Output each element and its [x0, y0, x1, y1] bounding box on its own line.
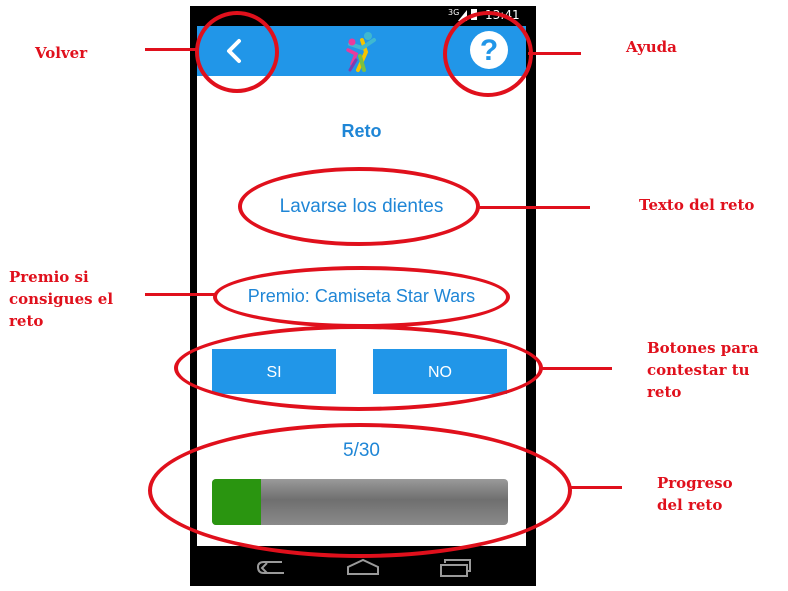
help-connector [528, 52, 581, 55]
back-annotation: Volver [35, 44, 88, 62]
home-icon[interactable] [346, 558, 380, 576]
challenge-highlight [238, 167, 480, 246]
app-logo-icon [346, 32, 376, 72]
buttons-connector [540, 367, 612, 370]
prize-annotation: Premio si consigues el reto [9, 268, 114, 330]
help-highlight [443, 11, 533, 97]
buttons-highlight [174, 325, 543, 411]
progress-annotation: Progreso del reto [657, 474, 733, 514]
back-icon[interactable] [254, 558, 288, 576]
back-highlight [195, 11, 279, 93]
challenge-connector [478, 206, 590, 209]
recents-icon[interactable] [438, 558, 472, 578]
prize-highlight [213, 266, 510, 328]
progress-connector [570, 486, 622, 489]
prize-connector [145, 293, 217, 296]
challenge-annotation: Texto del reto [639, 196, 755, 214]
help-annotation: Ayuda [626, 38, 677, 56]
back-connector [145, 48, 199, 51]
page-title: Reto [341, 121, 382, 141]
progress-highlight [148, 423, 572, 558]
buttons-annotation: Botones para contestar tu reto [647, 339, 759, 401]
